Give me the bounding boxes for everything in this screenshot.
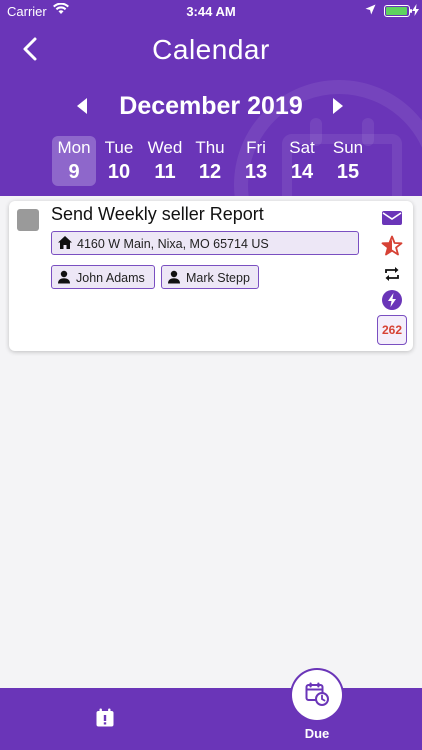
- day-name: Sun: [332, 138, 364, 157]
- mail-icon[interactable]: [381, 207, 403, 229]
- month-selector: December 2019: [0, 92, 422, 122]
- person-icon: [168, 270, 180, 284]
- day-mon[interactable]: Mon 9: [52, 136, 96, 186]
- battery-icon: [384, 5, 412, 17]
- day-date: 13: [244, 161, 268, 183]
- assignee-chip[interactable]: John Adams: [51, 265, 155, 289]
- task-title: Send Weekly seller Report: [51, 204, 264, 224]
- week-strip: Mon 9 Tue 10 Wed 11 Thu 12 Fri 13 Sat 14…: [50, 136, 372, 186]
- address-text: 4160 W Main, Nixa, MO 65714 US: [77, 237, 269, 251]
- day-date: 10: [107, 161, 131, 183]
- next-month-button[interactable]: [332, 97, 344, 115]
- home-icon: [58, 236, 72, 249]
- task-checkbox[interactable]: [17, 209, 39, 231]
- day-fri[interactable]: Fri 13: [234, 136, 278, 186]
- day-name: Sat: [289, 138, 315, 157]
- task-card[interactable]: Send Weekly seller Report 4160 W Main, N…: [9, 201, 413, 351]
- day-date: 11: [154, 161, 176, 183]
- due-tab-label: Due: [304, 726, 330, 741]
- status-bar: Carrier 3:44 AM: [0, 0, 422, 22]
- address-chip[interactable]: 4160 W Main, Nixa, MO 65714 US: [51, 231, 359, 255]
- assignee-name: Mark Stepp: [186, 271, 250, 285]
- person-icon: [58, 270, 70, 284]
- header: Carrier 3:44 AM Calendar December 2019 M…: [0, 0, 422, 196]
- day-name: Thu: [195, 138, 225, 157]
- repeat-icon[interactable]: [381, 263, 403, 285]
- day-sun[interactable]: Sun 15: [326, 136, 370, 186]
- day-name: Fri: [246, 138, 266, 157]
- day-date: 15: [336, 161, 360, 183]
- calendar-alert-icon[interactable]: [95, 708, 115, 728]
- day-date: 9: [68, 161, 80, 183]
- day-date: 12: [198, 161, 222, 183]
- day-thu[interactable]: Thu 12: [188, 136, 232, 186]
- due-tab-button[interactable]: [292, 670, 342, 720]
- status-time: 3:44 AM: [186, 4, 236, 19]
- bottom-tab-bar: Due: [0, 668, 422, 750]
- page-title: Calendar: [152, 34, 270, 65]
- month-label: December 2019: [119, 92, 303, 120]
- day-sat[interactable]: Sat 14: [280, 136, 324, 186]
- day-date: 14: [290, 161, 314, 183]
- assignee-chip[interactable]: Mark Stepp: [161, 265, 259, 289]
- day-name: Wed: [147, 138, 183, 157]
- charging-icon: [412, 4, 419, 16]
- day-wed[interactable]: Wed 11: [143, 136, 187, 186]
- calendar-clock-icon: [305, 682, 329, 706]
- flash-icon[interactable]: [381, 289, 403, 311]
- day-tue[interactable]: Tue 10: [97, 136, 141, 186]
- calendar-badge-icon[interactable]: 262: [377, 315, 407, 345]
- day-name: Tue: [104, 138, 134, 157]
- assignee-name: John Adams: [76, 271, 145, 285]
- day-name: Mon: [57, 138, 91, 157]
- location-arrow-icon: [365, 4, 376, 15]
- star-icon[interactable]: [381, 235, 403, 257]
